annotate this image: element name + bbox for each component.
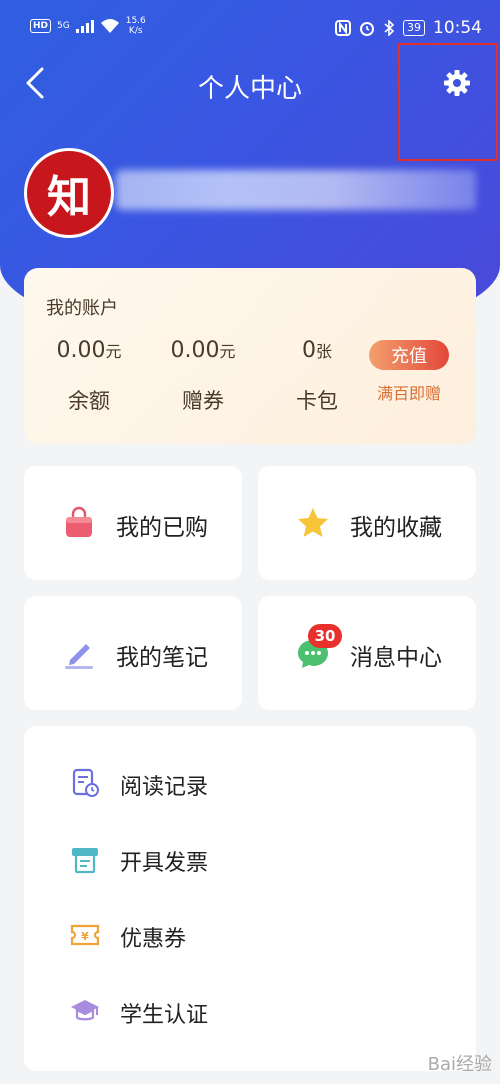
recharge-promo-text: 满百即赠 [376,384,441,403]
menu-item-label: 学生认证 [120,1003,209,1028]
tile-messages[interactable]: 30 消息中心 [258,596,476,710]
tile-favorites-label: 我的收藏 [350,515,442,541]
nfc-icon [335,20,351,36]
reading-history-icon [72,768,99,797]
profile-header: 知 [24,148,484,238]
network-speed-unit: K/s [128,26,143,36]
cards-value: 0张 [301,338,332,363]
cards-column[interactable]: 0张 卡包 [262,338,372,415]
battery-indicator: 39 [403,20,425,36]
tile-messages-label: 消息中心 [350,645,442,671]
tile-purchased[interactable]: 我的已购 [24,466,242,580]
shopping-bag-icon [66,506,92,537]
menu-item-student-verification[interactable]: 学生认证 [24,982,476,1042]
menu-item-invoice[interactable]: 开具发票 [24,830,476,890]
balance-value: 0.00元 [56,338,122,363]
menu-item-coupons[interactable]: ¥ 优惠券 [24,906,476,966]
settings-button[interactable] [398,43,498,161]
cards-label: 卡包 [296,389,338,413]
star-icon [298,508,328,537]
hd-indicator: HD [30,19,52,33]
account-title: 我的账户 [46,298,118,319]
username-redacted [116,170,476,210]
tile-favorites[interactable]: 我的收藏 [258,466,476,580]
gear-icon [444,70,470,96]
invoice-icon [72,848,98,874]
signal-icon [75,19,94,33]
menu-item-label: 开具发票 [120,851,209,876]
menu-item-label: 阅读记录 [120,775,209,800]
recharge-button[interactable]: 充值 [369,340,449,370]
account-card: 我的账户 0.00元 余额 0.00元 赠券 0张 卡包 充值 满百即赠 [24,268,476,444]
tile-notes[interactable]: 我的笔记 [24,596,242,710]
status-left: HD 5G 15.6 K/s [30,16,146,36]
signal-label: 5G [57,21,70,31]
balance-label: 余额 [68,389,110,413]
network-speed: 15.6 K/s [126,16,146,36]
menu-list: 阅读记录 开具发票 ¥ 优惠券 学生认证 [24,726,476,1071]
avatar[interactable]: 知 [24,148,114,238]
graduation-cap-icon [71,1000,99,1021]
tile-notes-label: 我的笔记 [116,645,208,671]
balance-column[interactable]: 0.00元 余额 [34,338,144,415]
menu-item-reading-history[interactable]: 阅读记录 [24,754,476,814]
watermark: Bai经验 [427,1054,492,1075]
coupon-label: 赠券 [182,389,224,413]
wifi-icon [100,19,119,33]
unread-badge: 30 [308,624,342,648]
coupon-value: 0.00元 [170,338,236,363]
status-time: 10:54 [433,18,482,38]
bluetooth-icon [384,20,395,36]
alarm-icon [360,22,374,36]
coupon-column[interactable]: 0.00元 赠券 [148,338,258,415]
menu-item-label: 优惠券 [120,927,187,952]
status-right: 39 10:54 [335,18,482,38]
coupon-icon: ¥ [70,924,100,946]
pen-icon [65,644,93,669]
tile-purchased-label: 我的已购 [116,515,208,541]
network-speed-value: 15.6 [125,16,146,26]
svg-text:¥: ¥ [81,930,89,943]
